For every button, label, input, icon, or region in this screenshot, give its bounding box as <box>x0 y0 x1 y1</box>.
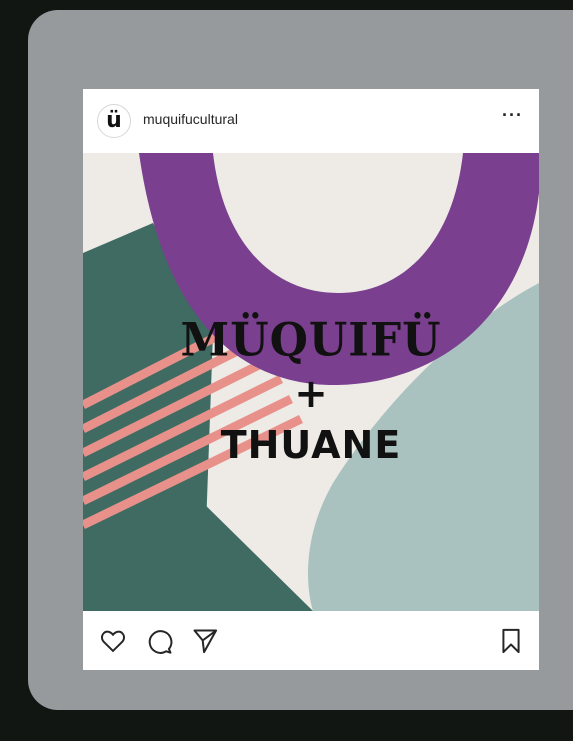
instagram-post: ü muquifucultural ··· MÜQUIFÜ + THUANE <box>83 89 539 670</box>
post-image[interactable]: MÜQUIFÜ + THUANE <box>83 153 539 611</box>
avatar-letter: ü <box>106 108 122 133</box>
post-actions <box>83 611 539 670</box>
heart-icon[interactable] <box>99 627 127 655</box>
avatar[interactable]: ü <box>97 104 131 138</box>
bookmark-icon[interactable] <box>497 627 525 655</box>
plus-text: + <box>294 371 328 417</box>
username[interactable]: muquifucultural <box>143 111 238 127</box>
post-header: ü muquifucultural ··· <box>83 89 539 153</box>
comment-icon[interactable] <box>145 627 173 655</box>
paper-plane-icon[interactable] <box>191 627 219 655</box>
artist-text: THUANE <box>220 423 402 467</box>
headline-text: MÜQUIFÜ <box>180 313 442 368</box>
more-options-icon[interactable]: ··· <box>502 105 523 126</box>
